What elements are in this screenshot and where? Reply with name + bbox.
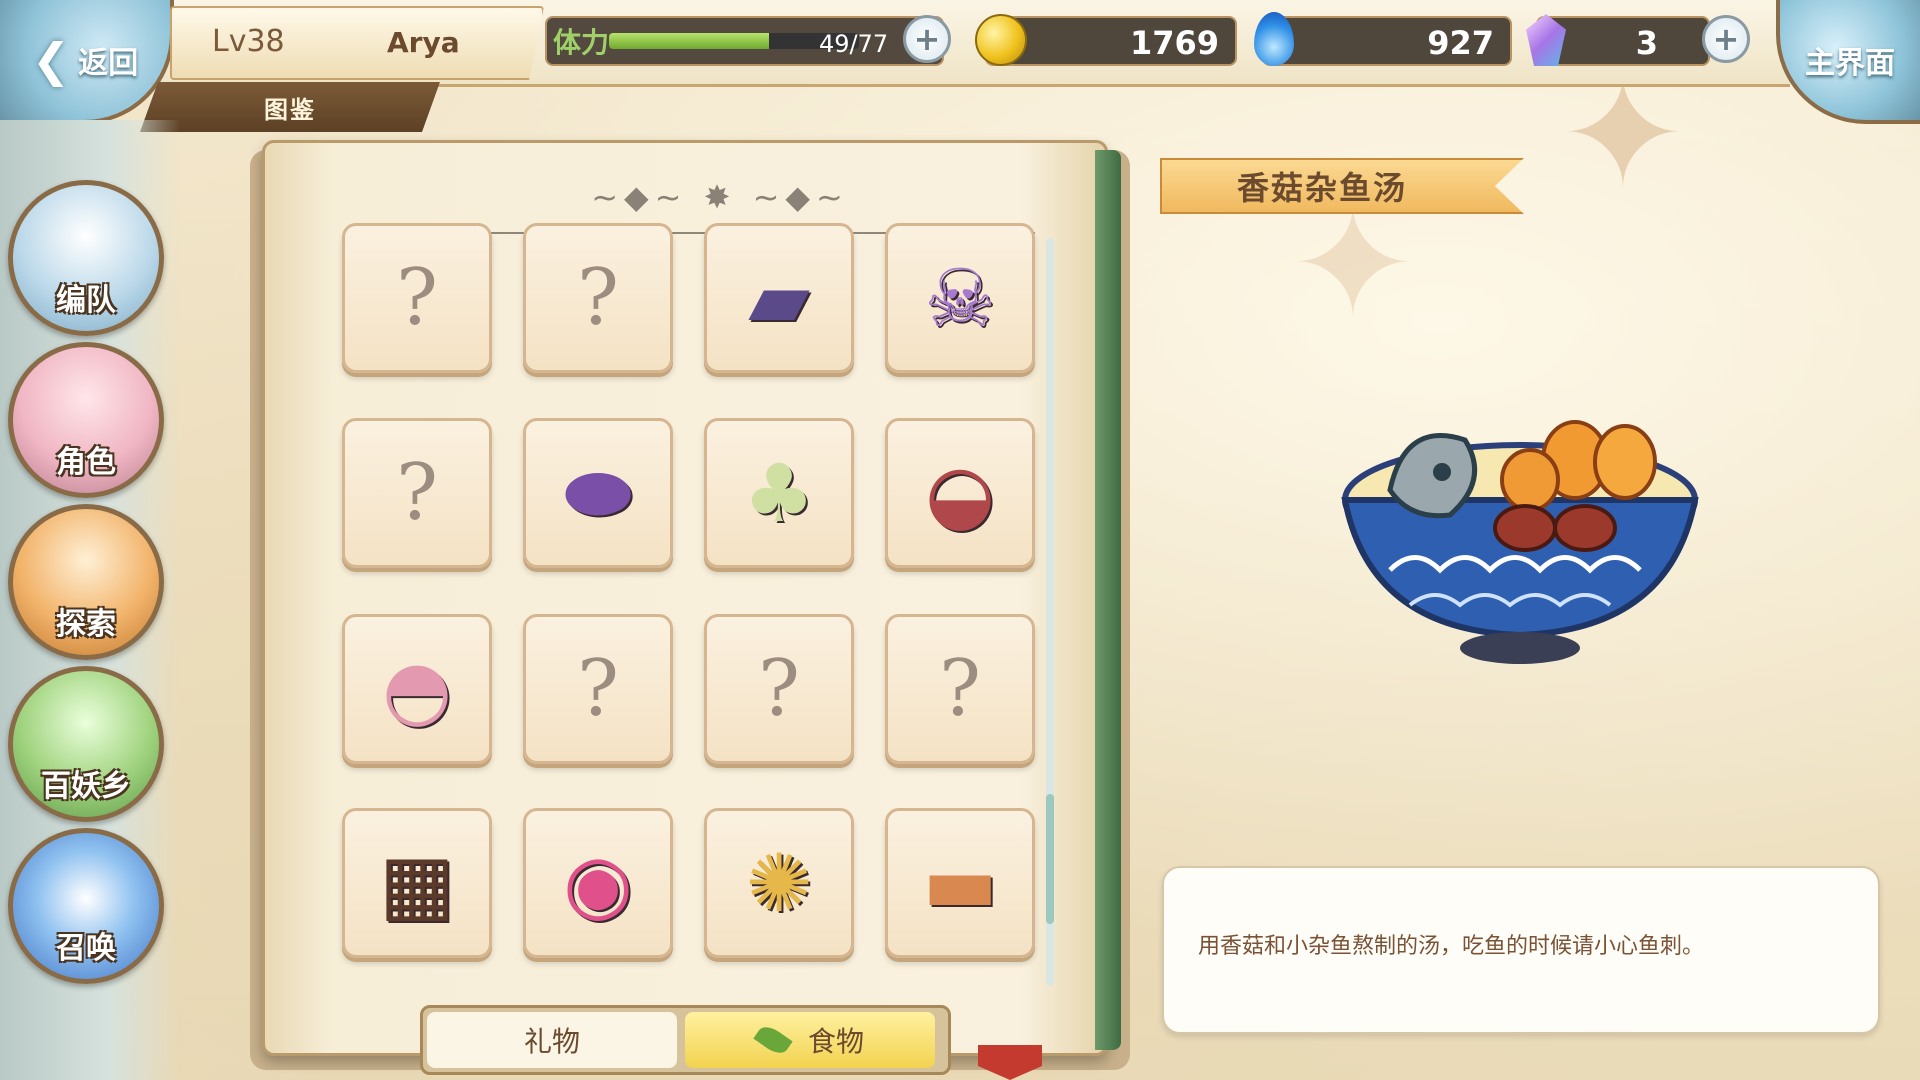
grilled-fish-plate-icon: ▬	[922, 836, 998, 930]
sidebar-item-explore[interactable]: 探索	[8, 504, 164, 660]
sidebar-item-label: 百妖乡	[41, 769, 131, 804]
category-tabs: 礼物 食物	[420, 1005, 951, 1075]
unknown-item-icon: ?	[939, 644, 981, 734]
spirit-fire-value: 927	[1427, 24, 1494, 62]
scrollbar[interactable]	[1046, 238, 1054, 986]
book-header-ornament: ~◆~ ✸ ~◆~	[591, 178, 849, 216]
stamina-value: 49/77	[819, 30, 889, 58]
sidebar: 编队 角色 探索 百妖乡 召唤	[0, 120, 180, 1080]
codex-item[interactable]: ✺	[704, 808, 854, 958]
codex-item[interactable]: ♣	[704, 418, 854, 568]
unknown-item-icon: ?	[758, 644, 800, 734]
codex-item[interactable]: ?	[523, 223, 673, 373]
codex-item[interactable]: ?	[523, 614, 673, 764]
home-label: 主界面	[1805, 46, 1895, 81]
scrollbar-thumb[interactable]	[1046, 794, 1054, 924]
tab-gift[interactable]: 礼物	[427, 1012, 677, 1068]
unknown-item-icon: ?	[577, 644, 619, 734]
tab-codex-label: 图鉴	[264, 95, 316, 124]
gold-value: 1769	[1129, 24, 1219, 62]
codex-item[interactable]: ?	[885, 614, 1035, 764]
brain-soup-bowl-icon: ◓	[382, 642, 452, 736]
codex-item[interactable]: ☠	[885, 223, 1035, 373]
item-description-box: 用香菇和小杂鱼熬制的汤，吃鱼的时候请小心鱼刺。	[1162, 866, 1880, 1034]
item-title-banner: 香菇杂鱼汤	[1160, 158, 1524, 214]
stamina-label: 体力	[553, 26, 610, 59]
gold-counter: 1769	[975, 14, 1237, 66]
codex-item[interactable]: ▬	[885, 808, 1035, 958]
chocolate-basket-icon: ▦	[379, 836, 455, 930]
unknown-item-icon: ?	[396, 448, 438, 538]
codex-item[interactable]: ▦	[342, 808, 492, 958]
stamina-fill	[609, 33, 769, 49]
add-crystal-button[interactable]: +	[1702, 15, 1750, 63]
fried-nuggets-icon: ✺	[745, 836, 813, 930]
codex-item[interactable]: ?	[342, 418, 492, 568]
codex-item[interactable]: ?	[342, 223, 492, 373]
mushroom-cream-icon: ♣	[743, 446, 815, 540]
codex-item[interactable]: ?	[704, 614, 854, 764]
pink-stew-pot-icon: ◉	[563, 836, 633, 930]
mushroom-fish-soup-icon	[1341, 420, 1699, 664]
codex-item[interactable]: ◓	[342, 614, 492, 764]
leaf-icon	[753, 1022, 793, 1058]
sidebar-item-characters[interactable]: 角色	[8, 342, 164, 498]
sidebar-item-village[interactable]: 百妖乡	[8, 666, 164, 822]
item-name: 香菇杂鱼汤	[1236, 169, 1407, 207]
codex-item[interactable]: ◉	[523, 808, 673, 958]
crystal-counter: 3	[1526, 14, 1710, 66]
skull-cake-icon: ☠	[924, 251, 996, 345]
sidebar-item-team[interactable]: 编队	[8, 180, 164, 336]
sidebar-item-summon[interactable]: 召唤	[8, 828, 164, 984]
player-level: Lv38	[212, 24, 285, 59]
sidebar-item-label: 召唤	[56, 931, 116, 966]
sidebar-item-label: 角色	[56, 445, 116, 480]
seaweed-jelly-icon: ▰	[748, 251, 810, 345]
player-plate: Lv38 Arya	[170, 6, 544, 80]
blue-flame-icon	[1254, 12, 1294, 66]
codex-item[interactable]: ⬬	[523, 418, 673, 568]
item-description: 用香菇和小杂鱼熬制的汤，吃鱼的时候请小心鱼刺。	[1198, 934, 1705, 959]
back-label: 返回	[78, 46, 139, 81]
add-stamina-button[interactable]: +	[903, 15, 951, 63]
tab-codex[interactable]: 图鉴	[140, 82, 440, 132]
unknown-item-icon: ?	[577, 253, 619, 343]
unknown-item-icon: ?	[396, 253, 438, 343]
tab-food-label: 食物	[807, 1025, 864, 1058]
stamina-meter: 体力 49/77	[545, 16, 944, 66]
spirit-fire-counter: 927	[1254, 12, 1512, 66]
codex-item[interactable]: ▰	[704, 223, 854, 373]
gold-coin-icon	[975, 14, 1027, 66]
sidebar-item-label: 探索	[56, 607, 116, 642]
tab-food[interactable]: 食物	[685, 1012, 935, 1068]
sidebar-item-label: 编队	[56, 283, 116, 318]
book-spine	[1095, 150, 1121, 1050]
octopus-rice-bowl-icon: ◒	[925, 446, 995, 540]
player-name: Arya	[387, 26, 460, 59]
crystal-value: 3	[1635, 24, 1658, 62]
purple-mushroom-rock-icon: ⬬	[563, 446, 633, 539]
back-arrow-icon: ❮	[31, 33, 71, 87]
codex-item[interactable]: ◒	[885, 418, 1035, 568]
tab-gift-label: 礼物	[523, 1025, 580, 1058]
